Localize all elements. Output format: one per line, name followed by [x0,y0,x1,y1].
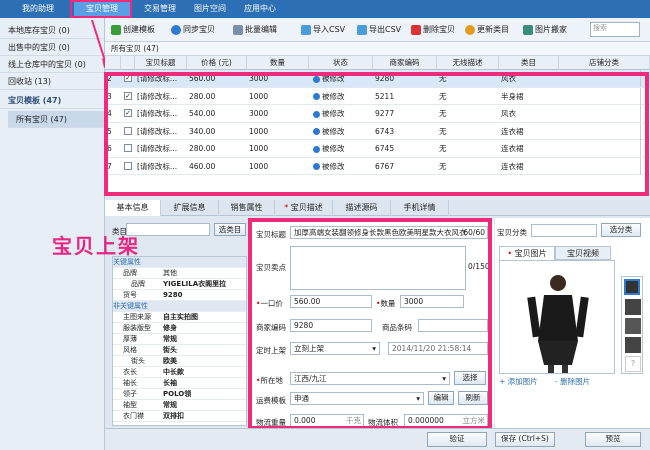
delete-icon [411,25,421,35]
attribute-row[interactable]: 主图来源 自主实拍图 [113,312,246,323]
detail-tabs: 基本信息 扩展信息 销售属性 * 宝贝描述 描述源码 手机详情 [105,200,650,216]
thumbnail-1[interactable] [624,279,640,295]
help-icon[interactable]: ? [625,356,641,372]
tab-description[interactable]: * 宝贝描述 [275,200,333,216]
update-category-button[interactable]: 更新类目 [465,22,509,38]
attribute-row[interactable]: 衣门襟 双排扣 [113,411,246,422]
shopcat-label: 宝贝分类 [497,228,527,237]
attribute-row[interactable]: 厚薄 常规 [113,334,246,345]
thumbnail-3[interactable] [625,318,641,334]
col-qty[interactable]: 数量 [247,56,309,70]
import-csv-button[interactable]: 导入CSV [301,22,345,38]
verify-button[interactable]: 验证 [427,432,487,447]
nav-images[interactable]: 图片空间 [182,0,238,18]
nav-highlight [70,0,132,18]
thumbnail-strip: ? [621,276,643,374]
nav-trade[interactable]: 交易管理 [132,0,188,18]
refresh-icon [465,25,475,35]
preview-button[interactable]: 预览 [585,432,641,447]
edit-icon [233,25,243,35]
bottom-bar: 验证 保存 (Ctrl+S) 预览 [105,428,650,450]
choose-shopcat-button[interactable]: 选分类 [601,223,641,237]
tab-images[interactable]: • 宝贝图片 [499,246,555,260]
left-item-templates[interactable]: 宝贝模板 (47) [0,92,104,109]
col-category[interactable]: 类目 [499,56,559,70]
delete-button[interactable]: 删除宝贝 [411,22,455,38]
attribute-row[interactable]: 领子 POLO领 [113,389,246,400]
itemno-row[interactable]: 货号 9280 [113,290,246,301]
attribute-row[interactable]: 衣长 中长款 [113,367,246,378]
sync-button[interactable]: 同步宝贝 [171,22,215,38]
attribute-row[interactable]: 袖型 常规 [113,400,246,411]
tab-source[interactable]: 描述源码 [333,200,391,216]
thumbnail-4[interactable] [625,337,641,353]
breadcrumb: 所有宝贝 (47) [105,42,650,56]
choose-category-button[interactable]: 选类目 [214,223,246,236]
col-price[interactable]: 价格 (元) [187,56,247,70]
import-icon [301,25,311,35]
toolbar: 创建模板 同步宝贝 批量编辑 导入CSV 导出CSV 删除宝贝 更新类目 图片搬… [105,18,650,42]
category-label: 类目 [112,227,127,236]
batch-edit-button[interactable]: 批量编辑 [233,22,277,38]
tab-extended[interactable]: 扩展信息 [161,200,219,216]
main-image[interactable] [499,260,615,374]
image-icon [523,25,533,35]
shopcat-input[interactable] [531,224,597,237]
export-csv-button[interactable]: 导出CSV [357,22,401,38]
plus-icon [111,25,121,35]
add-image-link[interactable]: + 添加图片 [499,376,538,387]
search-input[interactable]: 搜索 [590,22,640,37]
right-panel: 宝贝分类 选分类 • 宝贝图片 宝贝视频 + 添加图片 - 删除图片 ? [495,218,650,430]
brand-group: 品牌 其他 [113,268,246,279]
grid-highlight [104,72,649,196]
save-button[interactable]: 保存 (Ctrl+S) [495,432,555,447]
tab-video[interactable]: 宝贝视频 [555,246,611,260]
create-template-button[interactable]: 创建模板 [111,22,155,38]
thumbnail-2[interactable] [625,299,641,315]
category-select[interactable] [126,223,210,236]
sec-key: 关键属性 [113,257,246,268]
sec-nonkey: 非关键属性 [113,301,246,312]
attribute-row[interactable]: 街头 欧美 [113,356,246,367]
left-item-recycle[interactable]: 回收站 (13) [0,73,104,90]
col-shopcat[interactable]: 店铺分类 [559,56,650,70]
delete-image-link[interactable]: - 删除图片 [555,376,590,387]
attribute-row[interactable]: 风格 街头 [113,345,246,356]
col-code[interactable]: 商家编码 [373,56,437,70]
attribute-row[interactable]: 服装版型 修身 [113,323,246,334]
nav-assistant[interactable]: 我的助理 [10,0,66,18]
tab-sales[interactable]: 销售属性 [219,200,275,216]
nav-apps[interactable]: 应用中心 [232,0,288,18]
col-status[interactable]: 状态 [309,56,373,70]
product-photo [527,275,589,373]
col-title[interactable]: 宝贝标题 [135,56,187,70]
tab-mobile[interactable]: 手机详情 [391,200,449,216]
image-move-button[interactable]: 图片搬家 [523,22,567,38]
form-highlight [248,218,492,430]
attribute-row[interactable]: 袖长 长袖 [113,378,246,389]
col-wireless[interactable]: 无线描述 [437,56,499,70]
sync-icon [171,25,181,35]
tab-basic[interactable]: 基本信息 [105,200,161,216]
attribute-panel: 关键属性 品牌 其他 品牌 YIGELILA衣阁里拉 货号 9280 非关键属性 主图… [112,256,247,426]
brand-row[interactable]: 品牌 YIGELILA衣阁里拉 [113,279,246,290]
export-icon [357,25,367,35]
left-item-all[interactable]: 所有宝贝 (47) [8,111,104,128]
